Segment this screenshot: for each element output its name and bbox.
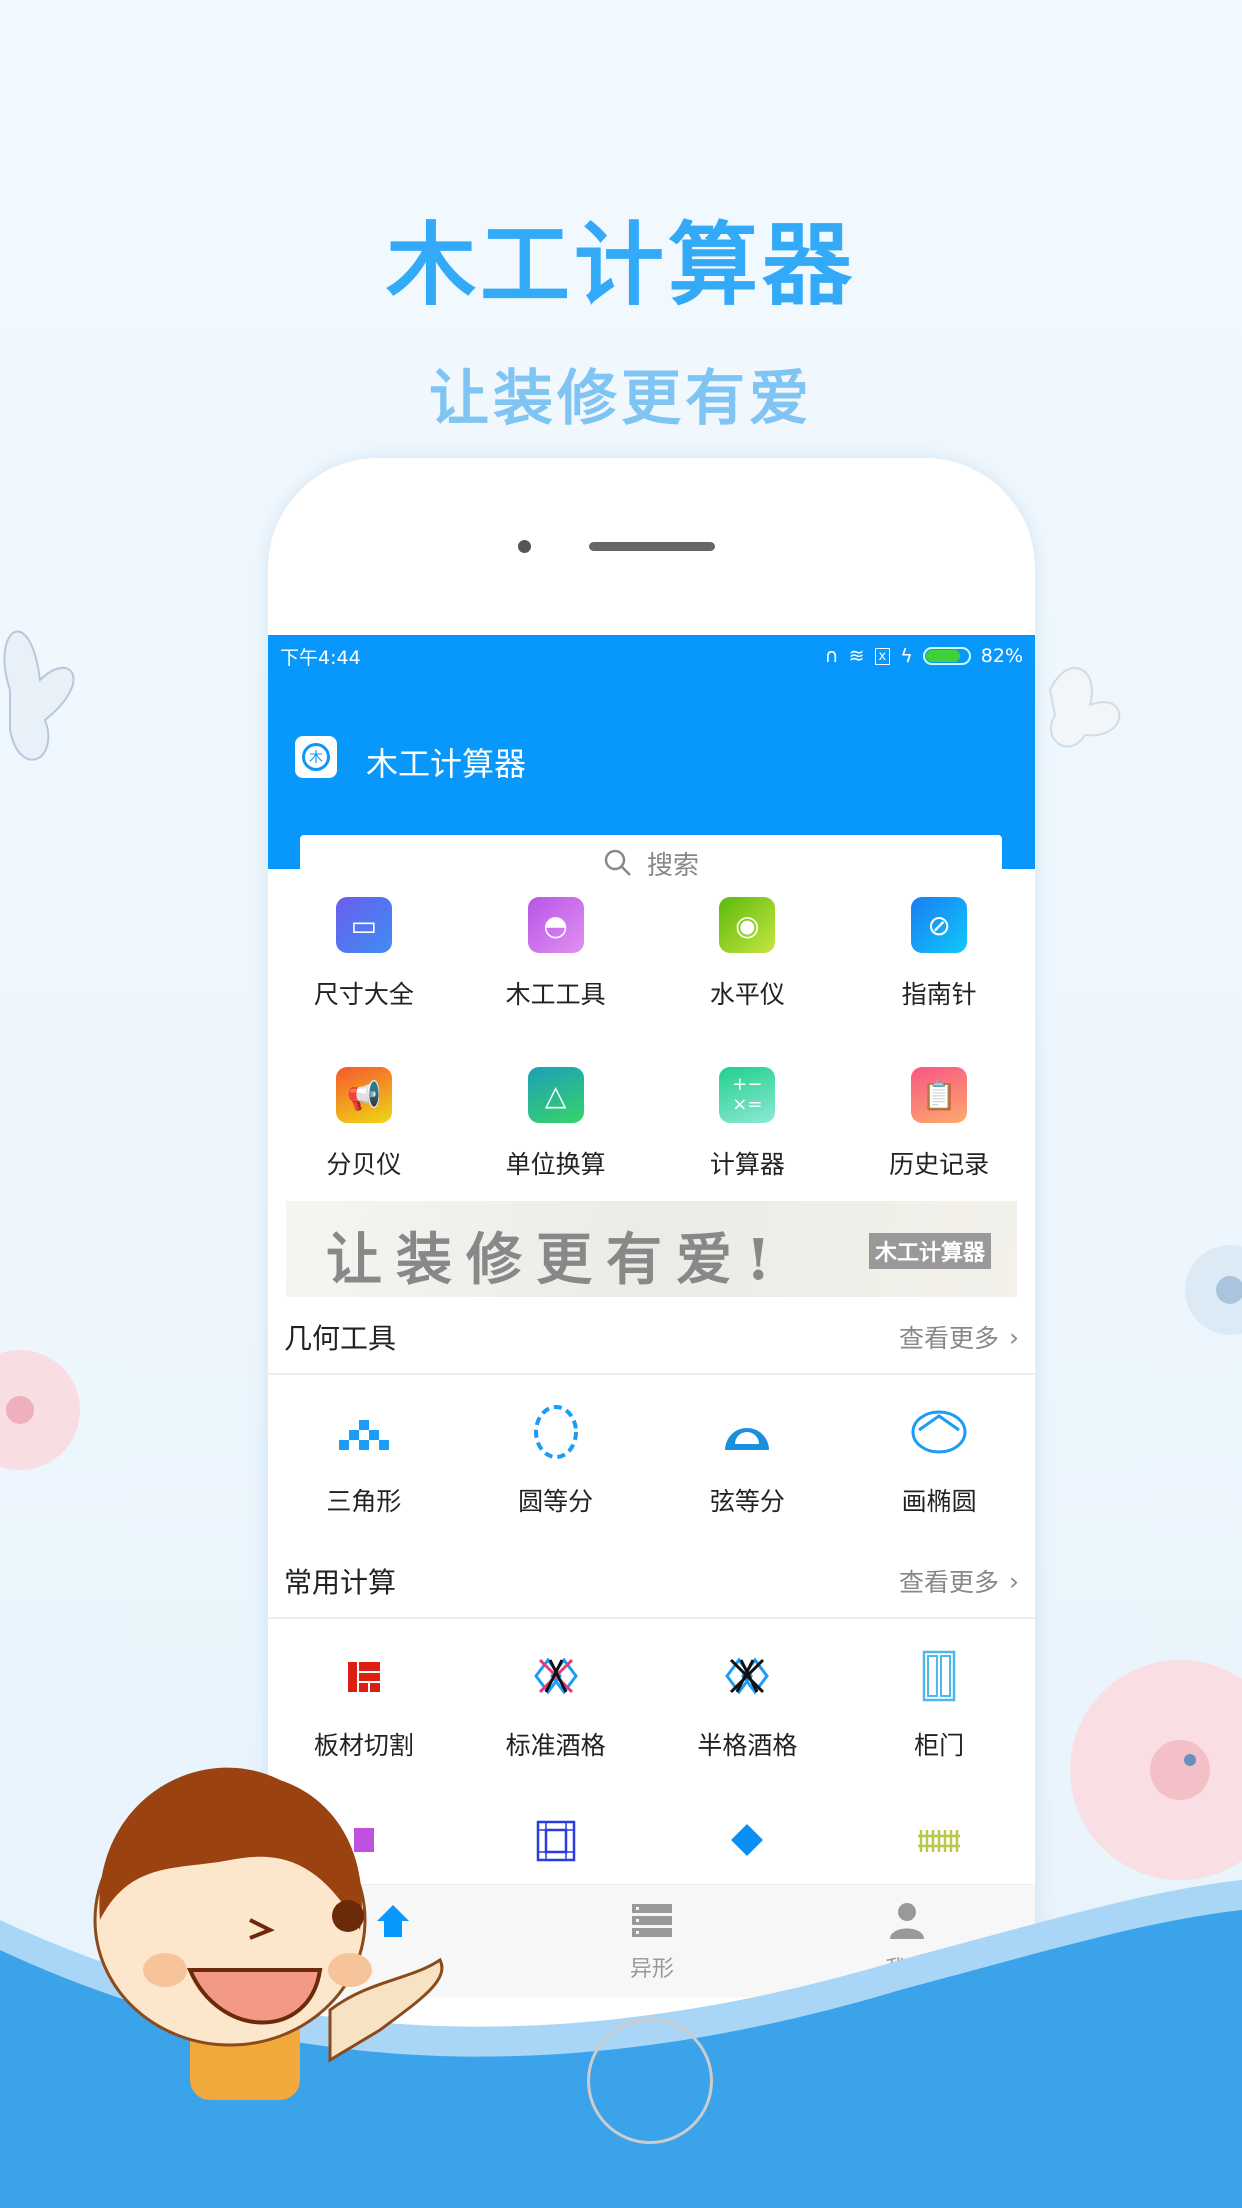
half-wine-rack-icon [725, 1657, 770, 1695]
level-icon: ◉ [719, 897, 776, 953]
hero-title: 木工计算器 [386, 213, 856, 318]
battery-icon [922, 647, 971, 665]
geo-ellipse[interactable]: 画椭圆 [843, 1402, 1035, 1518]
app-title: 木工计算器 [366, 745, 527, 783]
search-input[interactable]: 搜索 [300, 835, 1002, 891]
protractor-icon: ◓ [527, 897, 584, 953]
wine-rack-icon [533, 1657, 578, 1695]
geometry-grid: 三角形 圆等分 弦等分 画椭圆 [268, 1402, 1035, 1518]
chevron-right-icon: › [1009, 1322, 1019, 1352]
hero-subtitle: 让装修更有爱 [429, 364, 813, 434]
tool-compass[interactable]: ⊘ 指南针 [843, 897, 1035, 1011]
section-header-geometry: 几何工具 查看更多 › [268, 1301, 1035, 1375]
search-placeholder: 搜索 [646, 850, 699, 881]
tool-calculator[interactable]: +− ×= 计算器 [652, 1067, 844, 1181]
phone-home-button [587, 2018, 713, 2144]
calculator-icon: +− ×= [719, 1067, 776, 1123]
tool-decibel[interactable]: 📢 分贝仪 [268, 1067, 460, 1181]
ellipse-icon [911, 1410, 967, 1454]
section-header-common: 常用计算 查看更多 › [268, 1545, 1035, 1619]
promo-banner[interactable]: 让装修更有爱! 木工计算器 [286, 1201, 1017, 1297]
see-more-link[interactable]: 查看更多 › [899, 1319, 1019, 1355]
butterfly-decoration-icon [3, 630, 75, 761]
tool-carpentry[interactable]: ◓ 木工工具 [460, 897, 652, 1011]
tool-ruler[interactable]: ▭ 尺寸大全 [268, 897, 460, 1011]
phone-camera [518, 540, 531, 553]
cartoon-boy-illustration [93, 1767, 444, 2100]
banner-tag: 木工计算器 [869, 1233, 992, 1269]
geo-circle-divide[interactable]: 圆等分 [460, 1402, 652, 1518]
fence-icon [918, 1830, 961, 1852]
board-cut-icon [347, 1662, 380, 1692]
headset-icon: ∩ [824, 645, 839, 667]
butterfly-decoration-icon [1048, 667, 1121, 748]
calc-wine-rack[interactable]: 标准酒格 [460, 1646, 652, 1762]
recycle-icon: △ [527, 1067, 584, 1123]
see-more-link[interactable]: 查看更多 › [899, 1563, 1019, 1599]
megaphone-icon: 📢 [335, 1067, 392, 1123]
semicircle-ruler-icon [725, 1428, 770, 1450]
section-title: 常用计算 [284, 1566, 397, 1599]
search-icon [604, 849, 631, 876]
tool-history[interactable]: 📋 历史记录 [843, 1067, 1035, 1181]
calc-item-7[interactable] [652, 1810, 844, 1870]
no-sim-icon: x [874, 647, 891, 665]
dashed-circle-icon [533, 1405, 578, 1459]
flower-decoration-icon [0, 1350, 80, 1470]
geo-triangle[interactable]: 三角形 [268, 1402, 460, 1518]
chevron-right-icon: › [1009, 1566, 1019, 1596]
charging-icon: ϟ [900, 645, 913, 667]
flower-decoration-icon [1070, 1660, 1242, 1880]
app-logo-icon: 木 [295, 736, 337, 778]
calc-half-wine-rack[interactable]: 半格酒格 [652, 1646, 844, 1762]
flower-decoration-icon [1185, 1245, 1242, 1335]
calc-item-6[interactable] [460, 1810, 652, 1870]
triangle-blocks-icon [338, 1420, 389, 1450]
banner-slogan: 让装修更有爱! [326, 1227, 785, 1293]
cabinet-door-icon [922, 1650, 956, 1702]
status-bar: 下午4:44 ∩ ≋ x ϟ 82% [268, 635, 1035, 677]
calc-cabinet-door[interactable]: 柜门 [843, 1646, 1035, 1762]
grid-frame-icon [536, 1820, 575, 1862]
wifi-icon: ≋ [848, 645, 865, 667]
geo-chord-divide[interactable]: 弦等分 [652, 1402, 844, 1518]
battery-percent: 82% [980, 645, 1023, 667]
compass-icon: ⊘ [911, 897, 968, 953]
app-bar: 木 木工计算器 搜索 [268, 677, 1035, 891]
section-title: 几何工具 [284, 1322, 397, 1355]
ruler-icon: ▭ [335, 897, 392, 953]
tool-level[interactable]: ◉ 水平仪 [652, 897, 844, 1011]
diamond-icon [731, 1824, 764, 1856]
tool-unit-convert[interactable]: △ 单位换算 [460, 1067, 652, 1181]
phone-speaker [589, 542, 715, 551]
tools-grid: ▭ 尺寸大全 ◓ 木工工具 ◉ 水平仪 ⊘ 指南针 📢 分贝仪 △ 单位换算 +− ×= 计算器… [268, 897, 1035, 1181]
clipboard-icon: 📋 [911, 1067, 968, 1123]
status-time: 下午4:44 [280, 646, 361, 669]
calc-item-8[interactable] [843, 1810, 1035, 1870]
